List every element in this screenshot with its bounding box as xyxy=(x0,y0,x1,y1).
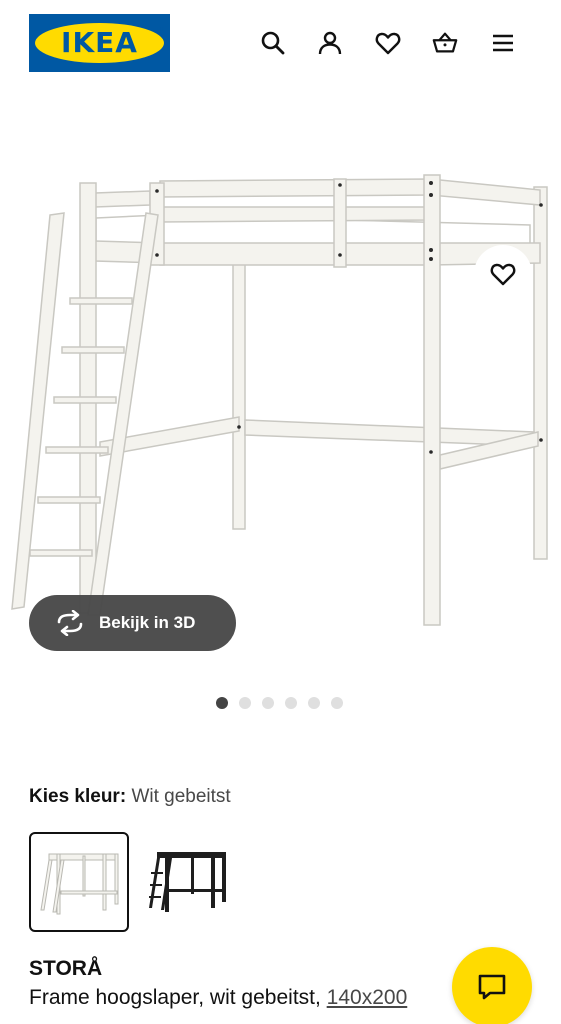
colour-option-white-stain[interactable] xyxy=(29,832,129,932)
shopping-basket-icon[interactable] xyxy=(428,26,462,60)
gallery-dot-4[interactable] xyxy=(285,697,297,709)
colour-selection-heading: Kies kleur: Wit gebeitst xyxy=(29,786,231,808)
rotate-3d-icon xyxy=(57,610,83,636)
site-header: IKEA ® xyxy=(0,0,561,88)
search-icon[interactable] xyxy=(256,26,290,60)
gallery-dot-5[interactable] xyxy=(308,697,320,709)
colour-value: Wit gebeitst xyxy=(131,786,231,807)
colour-label: Kies kleur: xyxy=(29,786,127,807)
view-in-3d-label: Bekijk in 3D xyxy=(99,613,196,632)
gallery-dot-6[interactable] xyxy=(331,697,343,709)
heart-outline-icon xyxy=(490,263,516,286)
logo-registered-mark: ® xyxy=(158,25,165,33)
heart-icon[interactable] xyxy=(371,26,405,60)
account-icon[interactable] xyxy=(313,26,347,60)
menu-icon[interactable] xyxy=(486,26,520,60)
product-description-text: Frame hoogslaper, wit gebeitst, xyxy=(29,986,321,1009)
chat-button[interactable] xyxy=(452,947,532,1024)
add-to-wishlist-button[interactable] xyxy=(474,245,532,303)
chat-bubble-icon xyxy=(478,974,506,1000)
product-size-link[interactable]: 140x200 xyxy=(327,986,408,1009)
logo-text: IKEA xyxy=(61,26,138,59)
white-loft-bed-thumbnail xyxy=(40,853,119,915)
gallery-dot-2[interactable] xyxy=(239,697,251,709)
gallery-pagination xyxy=(216,697,343,709)
ikea-logo[interactable]: IKEA ® xyxy=(29,14,170,72)
view-in-3d-button[interactable]: Bekijk in 3D xyxy=(29,595,236,651)
black-loft-bed-thumbnail xyxy=(149,852,226,912)
gallery-dot-3[interactable] xyxy=(262,697,274,709)
gallery-dot-1[interactable] xyxy=(216,697,228,709)
product-description: Frame hoogslaper, wit gebeitst, 140x200 xyxy=(29,986,407,1010)
colour-option-black[interactable] xyxy=(137,832,237,932)
product-name: STORÅ xyxy=(29,957,103,980)
